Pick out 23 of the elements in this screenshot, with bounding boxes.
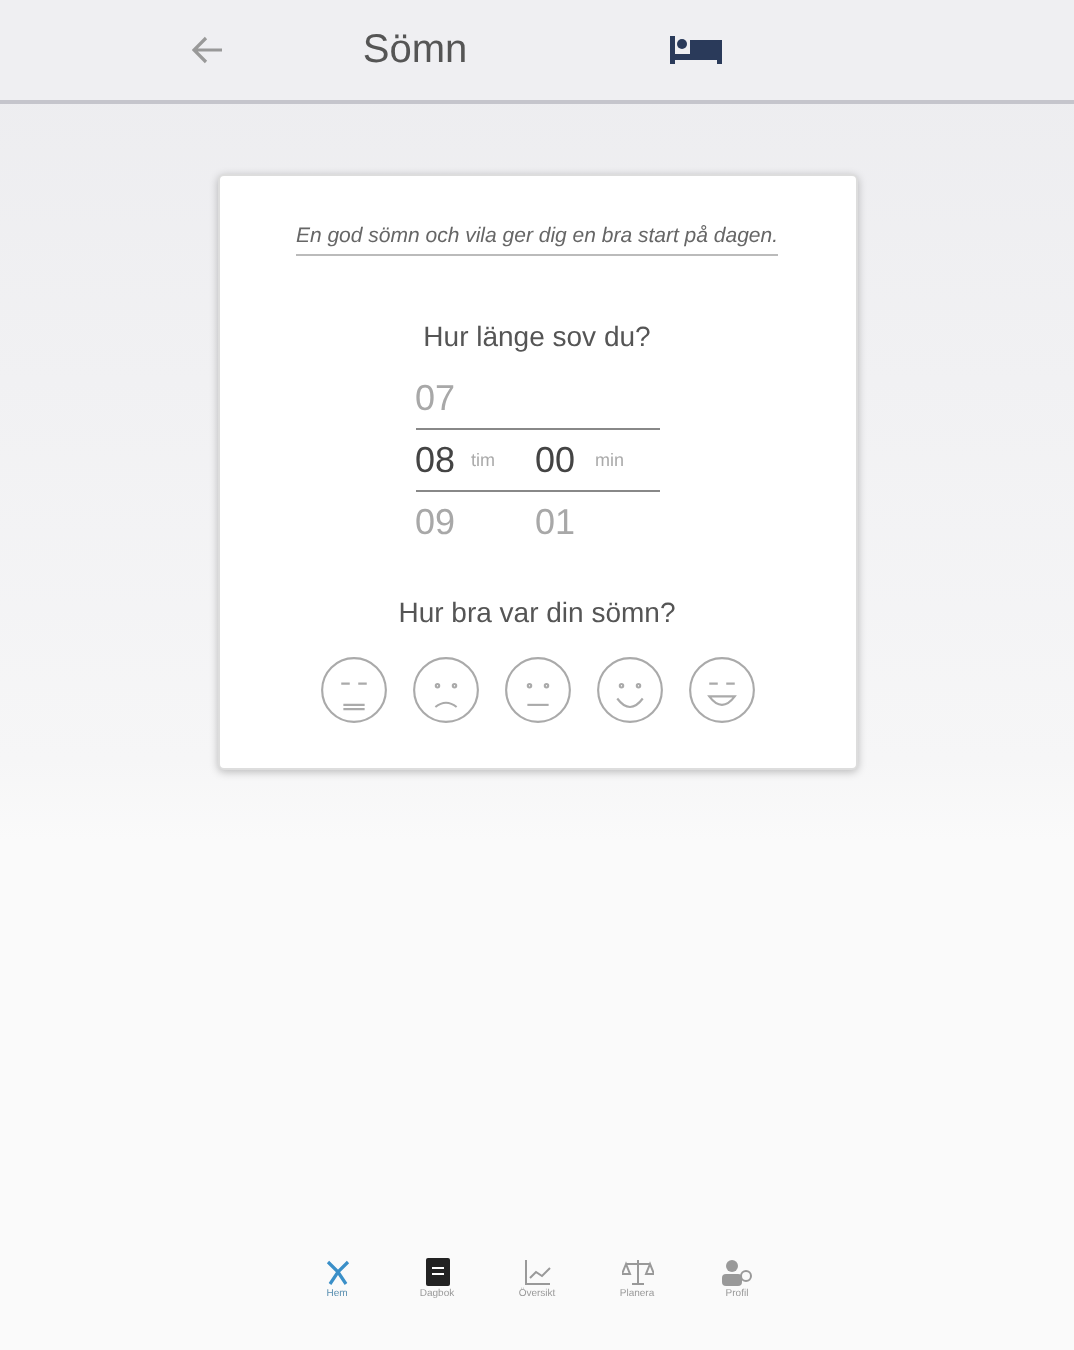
neutral-face-icon[interactable] [503,656,571,724]
selected-minute: 00 [535,439,578,481]
minute-unit: min [595,450,627,470]
hour-option: 09 [415,501,535,543]
book-icon [425,1258,449,1286]
chart-icon [523,1258,551,1286]
bed-icon [670,36,722,64]
bad-face-icon[interactable] [411,656,479,724]
hour-unit: tim [471,450,497,470]
page-title: Sömn [360,27,470,73]
duration-question: Hur länge sov du? [423,320,651,352]
back-arrow-icon[interactable] [192,36,224,64]
very-bad-face-icon[interactable] [319,656,387,724]
scale-icon [621,1258,653,1286]
mood-question: Hur bra var din sömn? [398,596,676,628]
tagline: En god sömn och vila ger dig en bra start på dagen. [295,224,779,256]
time-picker[interactable]: 07 08 tim 00 min 09 01 [415,368,659,552]
very-good-face-icon[interactable] [687,656,755,724]
selected-hour: 08 [415,439,458,481]
minute-option: 01 [535,501,595,543]
good-face-icon[interactable] [595,656,663,724]
hour-option: 07 [415,377,535,419]
people-icon [721,1258,753,1286]
